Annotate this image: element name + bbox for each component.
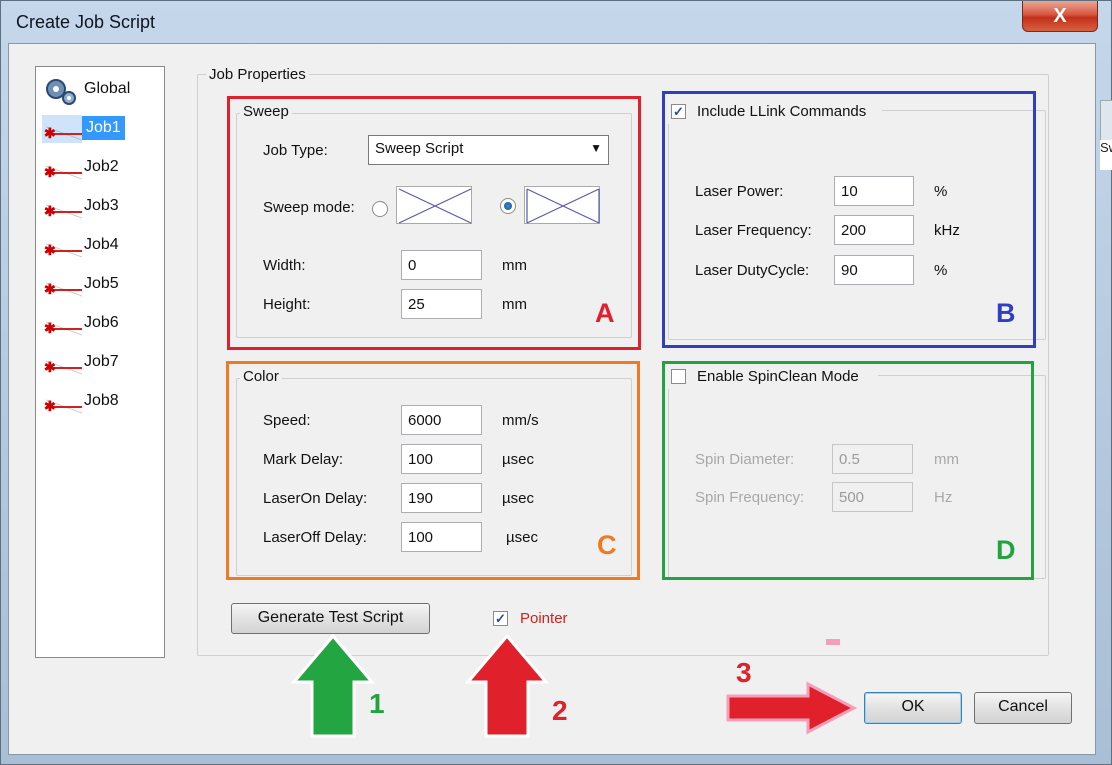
annotation-label-a: A (595, 298, 615, 328)
job-icon: ✱ (42, 112, 82, 143)
tree-item-job2[interactable]: ✱ Job2 (42, 150, 158, 186)
gears-icon (42, 76, 82, 105)
tree-item-label: Job3 (84, 197, 119, 214)
annotation-box-b (662, 91, 1036, 348)
job-icon: ✱ (42, 385, 82, 416)
job-properties-title: Job Properties (206, 66, 309, 83)
annotation-box-c (226, 361, 640, 580)
job-icon: ✱ (42, 268, 82, 299)
tree-item-job5[interactable]: ✱ Job5 (42, 267, 158, 303)
job-icon: ✱ (42, 151, 82, 182)
tree-item-job1[interactable]: ✱ Job1 (42, 111, 158, 147)
tree-item-label: Job6 (84, 314, 119, 331)
cancel-button[interactable]: Cancel (974, 692, 1072, 724)
job-icon: ✱ (42, 307, 82, 338)
annotation-number-1: 1 (369, 688, 385, 719)
tree-item-label: Job1 (82, 116, 125, 140)
tree-item-label: Job7 (84, 353, 119, 370)
tree-item-label: Job5 (84, 275, 119, 292)
annotation-number-3: 3 (736, 657, 752, 688)
job-icon: ✱ (42, 190, 82, 221)
arrow-up-red-icon (464, 633, 550, 738)
annotation-label-c: C (597, 530, 617, 560)
annotation-box-a (227, 96, 641, 350)
pink-marker (826, 639, 840, 645)
annotation-label-d: D (996, 535, 1016, 565)
annotation-number-2: 2 (552, 695, 568, 726)
ok-button[interactable]: OK (864, 692, 962, 724)
annotation-box-d (662, 361, 1034, 580)
annotation-label-b: B (996, 298, 1016, 328)
tree-item-job7[interactable]: ✱ Job7 (42, 345, 158, 381)
check-icon: ✓ (495, 611, 506, 626)
background-scrollbar (1100, 100, 1112, 142)
tree-item-label: Job8 (84, 392, 119, 409)
pointer-checkbox[interactable]: ✓ (493, 611, 508, 626)
tree-item-job3[interactable]: ✱ Job3 (42, 189, 158, 225)
pointer-label: Pointer (520, 610, 568, 627)
job-icon: ✱ (42, 229, 82, 260)
tree-item-job8[interactable]: ✱ Job8 (42, 384, 158, 420)
tree-item-label: Job2 (84, 158, 119, 175)
arrow-up-green-icon (290, 633, 376, 738)
window-title: Create Job Script (16, 12, 156, 32)
tree-item-label: Job4 (84, 236, 119, 253)
tree-item-global[interactable]: Global (42, 72, 158, 108)
background-window-text: Swee (1100, 140, 1112, 170)
tree-item-label: Global (84, 80, 131, 97)
close-icon: X (1053, 5, 1067, 27)
close-button[interactable]: X (1022, 1, 1098, 32)
tree-item-job4[interactable]: ✱ Job4 (42, 228, 158, 264)
job-icon: ✱ (42, 346, 82, 377)
tree-item-job6[interactable]: ✱ Job6 (42, 306, 158, 342)
